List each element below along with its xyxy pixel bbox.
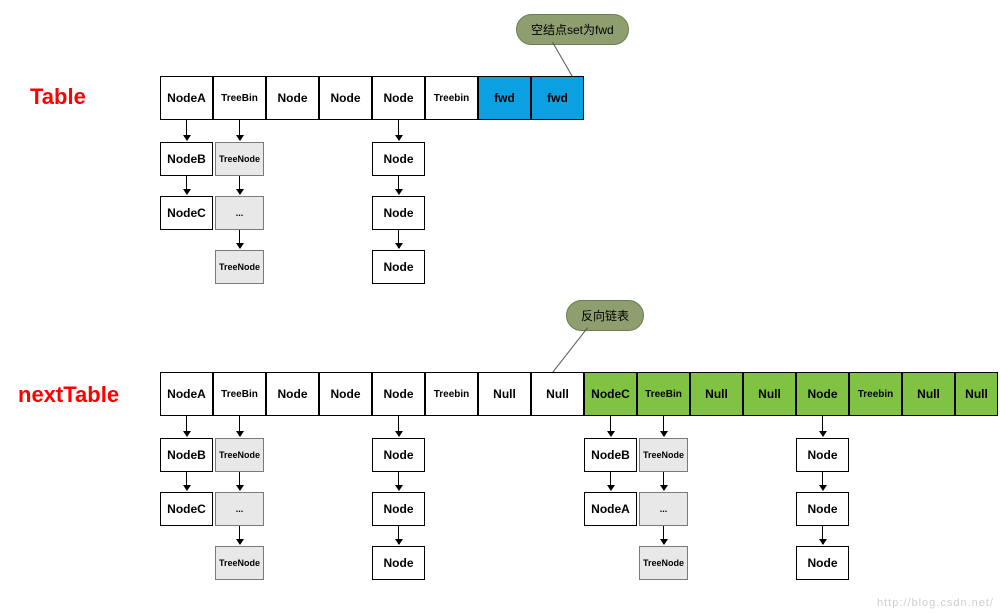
table-chain-4-2: Node (372, 250, 425, 284)
arrow (663, 416, 664, 436)
nt-chain-4-1: Node (372, 492, 425, 526)
arrow (186, 176, 187, 194)
arrow (822, 526, 823, 544)
callout-top: 空结点set为fwd (516, 14, 629, 45)
table-cell-7-fwd: fwd (531, 76, 584, 120)
nt-chain-0-0: NodeB (160, 438, 213, 472)
leader-mid (550, 327, 588, 375)
arrow (822, 416, 823, 436)
nexttable-cell-10: Null (690, 372, 743, 416)
arrow (663, 526, 664, 544)
nt-chain-4-0: Node (372, 438, 425, 472)
arrow (239, 472, 240, 490)
nt-chain-0-1: NodeC (160, 492, 213, 526)
nt-chain-4-2: Node (372, 546, 425, 580)
arrow (239, 526, 240, 544)
table-chain-1-0: TreeNode (215, 142, 264, 176)
title-table: Table (30, 84, 86, 110)
table-cell-2: Node (266, 76, 319, 120)
nexttable-cell-7: Null (531, 372, 584, 416)
nt-chain-8-0: NodeB (584, 438, 637, 472)
nexttable-cell-11: Null (743, 372, 796, 416)
arrow (610, 416, 611, 436)
arrow (239, 176, 240, 194)
nt-chain-1-0: TreeNode (215, 438, 264, 472)
table-cell-0: NodeA (160, 76, 213, 120)
watermark: http://blog.csdn.net/ (877, 597, 994, 609)
nexttable-cell-12: Node (796, 372, 849, 416)
arrow (239, 230, 240, 248)
table-chain-1-2: TreeNode (215, 250, 264, 284)
nt-chain-1-2: TreeNode (215, 546, 264, 580)
arrow (398, 120, 399, 140)
nexttable-cell-5: Treebin (425, 372, 478, 416)
arrow (186, 120, 187, 140)
nt-chain-9-2: TreeNode (639, 546, 688, 580)
arrow (398, 230, 399, 248)
nexttable-cell-15: Null (955, 372, 998, 416)
nexttable-cell-6: Null (478, 372, 531, 416)
arrow (239, 416, 240, 436)
arrow (239, 120, 240, 140)
table-cell-4: Node (372, 76, 425, 120)
table-cell-6-fwd: fwd (478, 76, 531, 120)
nexttable-cell-8: NodeC (584, 372, 637, 416)
arrow (398, 526, 399, 544)
table-chain-0-0: NodeB (160, 142, 213, 176)
nt-chain-12-1: Node (796, 492, 849, 526)
nexttable-cell-1: TreeBin (213, 372, 266, 416)
table-cell-1: TreeBin (213, 76, 266, 120)
nt-chain-9-1: ... (639, 492, 688, 526)
nt-chain-1-1: ... (215, 492, 264, 526)
nt-chain-12-2: Node (796, 546, 849, 580)
nt-chain-9-0: TreeNode (639, 438, 688, 472)
arrow (398, 472, 399, 490)
arrow (186, 472, 187, 490)
arrow (663, 472, 664, 490)
table-cell-3: Node (319, 76, 372, 120)
nt-chain-12-0: Node (796, 438, 849, 472)
nexttable-cell-2: Node (266, 372, 319, 416)
nexttable-cell-9: TreeBin (637, 372, 690, 416)
arrow (610, 472, 611, 490)
nexttable-cell-0: NodeA (160, 372, 213, 416)
title-nexttable: nextTable (18, 382, 119, 408)
callout-mid: 反向链表 (566, 300, 644, 331)
nt-chain-8-1: NodeA (584, 492, 637, 526)
table-chain-4-1: Node (372, 196, 425, 230)
arrow (822, 472, 823, 490)
nexttable-cell-14: Null (902, 372, 955, 416)
nexttable-cell-13: Treebin (849, 372, 902, 416)
arrow (186, 416, 187, 436)
arrow (398, 416, 399, 436)
arrow (398, 176, 399, 194)
leader-top (552, 42, 573, 77)
table-chain-4-0: Node (372, 142, 425, 176)
table-cell-5: Treebin (425, 76, 478, 120)
nexttable-cell-4: Node (372, 372, 425, 416)
table-chain-0-1: NodeC (160, 196, 213, 230)
table-chain-1-1: ... (215, 196, 264, 230)
nexttable-cell-3: Node (319, 372, 372, 416)
